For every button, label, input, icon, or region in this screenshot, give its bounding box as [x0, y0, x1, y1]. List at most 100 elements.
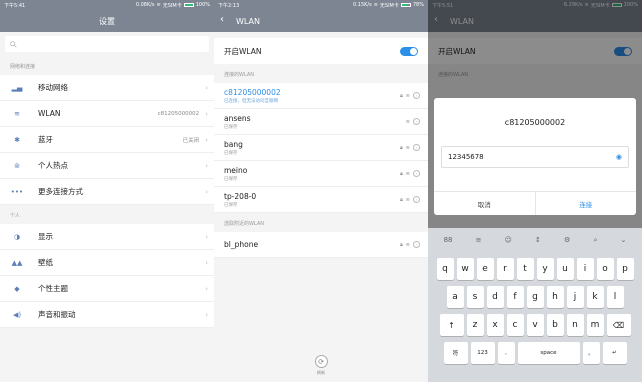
password-field-box[interactable]: ◉	[441, 146, 629, 168]
back-arrow-icon[interactable]: ‹	[220, 14, 224, 25]
key-h[interactable]: h	[546, 286, 564, 308]
network-info-icon[interactable]: ›	[413, 118, 420, 125]
settings-row-network-2[interactable]: ✱ 蓝牙 已关闭 ›	[0, 127, 214, 153]
network-status: 已保存	[224, 150, 238, 156]
settings-row-personal-0[interactable]: ◑ 显示 ›	[0, 224, 214, 250]
key-g[interactable]: g	[526, 286, 544, 308]
wlan-toggle-row[interactable]: 开启WLAN	[214, 38, 428, 64]
key-y[interactable]: y	[536, 258, 554, 280]
comma-key[interactable]: ,	[497, 342, 515, 364]
key-z[interactable]: z	[466, 314, 484, 336]
key-c[interactable]: c	[506, 314, 524, 336]
network-name: bl_phone	[224, 240, 259, 249]
settings-row-network-0[interactable]: ▂▄ 移动网络 ›	[0, 75, 214, 101]
keyboard-toolbar-icon[interactable]: ≡	[476, 236, 482, 244]
network-icons: 🔒︎ ≋ ›	[400, 144, 420, 151]
key-i[interactable]: i	[576, 258, 594, 280]
settings-row-label: WLAN	[38, 109, 61, 118]
space-key[interactable]: space	[517, 342, 580, 364]
key-e[interactable]: e	[476, 258, 494, 280]
key-l[interactable]: l	[606, 286, 624, 308]
keyboard-toolbar-icon[interactable]: ⚙	[564, 236, 570, 244]
section-label-network: 网络和连接	[10, 64, 36, 70]
wlan-toggle[interactable]	[400, 46, 418, 56]
key-r[interactable]: r	[496, 258, 514, 280]
key-w[interactable]: w	[456, 258, 474, 280]
settings-row-personal-2[interactable]: ◆ 个性主题 ›	[0, 276, 214, 302]
period-key[interactable]: 。	[582, 342, 600, 364]
password-input[interactable]	[448, 153, 598, 161]
keyboard-toolbar-icon[interactable]: 88	[444, 236, 453, 244]
key-m[interactable]: m	[586, 314, 604, 336]
theme-icon: ◆	[14, 284, 20, 293]
network-status: 已保存	[224, 202, 238, 208]
key-q[interactable]: q	[436, 258, 454, 280]
backspace-key[interactable]: ⌫	[606, 314, 631, 336]
chevron-right-icon: ›	[205, 258, 208, 267]
keyboard-toolbar-icon[interactable]: ⌕	[593, 236, 597, 245]
settings-row-network-1[interactable]: ≋ WLAN c81205000002 ›	[0, 101, 214, 127]
chevron-right-icon: ›	[205, 83, 208, 92]
key-u[interactable]: u	[556, 258, 574, 280]
key-x[interactable]: x	[486, 314, 504, 336]
network-speed: 0.08K/s	[135, 2, 155, 8]
settings-row-network-3[interactable]: ⊚ 个人热点 ›	[0, 153, 214, 179]
network-info-icon[interactable]: ›	[413, 196, 420, 203]
wlan-network-row[interactable]: tp-208-0 已保存 🔒︎ ≋ ›	[214, 187, 428, 213]
chevron-right-icon: ›	[205, 135, 208, 144]
status-time: 下午5:41	[4, 2, 26, 9]
wlan-network-row[interactable]: c81205000002 已连接，但无法访问互联网 🔒︎ ≋ ›	[214, 83, 428, 109]
network-name: tp-208-0	[224, 191, 257, 201]
key-o[interactable]: o	[596, 258, 614, 280]
network-text: bl_phone	[224, 240, 400, 249]
key-j[interactable]: j	[566, 286, 584, 308]
keyboard-toolbar-icon[interactable]: ☺	[505, 236, 512, 244]
wlan-header: 下午2:13 0.15K/s ≋ 无SIM卡 78% ‹ WLAN	[214, 0, 428, 32]
settings-row-network-4[interactable]: ••• 更多连接方式 ›	[0, 179, 214, 205]
wlan-network-row[interactable]: meino 已保存 🔒︎ ≋ ›	[214, 161, 428, 187]
number-key[interactable]: 123	[470, 342, 495, 364]
show-password-icon[interactable]: ◉	[616, 153, 622, 161]
keyboard-toolbar-icon[interactable]: ↕	[535, 236, 541, 244]
lock-icon: 🔒︎	[400, 170, 403, 177]
wlan-network-row[interactable]: bl_phone 🔒︎ ≋ ›	[214, 232, 428, 258]
settings-row-personal-1[interactable]: ▲▲ 壁纸 ›	[0, 250, 214, 276]
status-time: 下午2:13	[218, 2, 240, 9]
key-s[interactable]: s	[466, 286, 484, 308]
enter-key[interactable]: ↵	[602, 342, 627, 364]
wlan-network-row[interactable]: bang 已保存 🔒︎ ≋ ›	[214, 135, 428, 161]
more-icon: •••	[10, 187, 24, 196]
network-text: meino 已保存	[224, 166, 400, 182]
refresh-button[interactable]: ⟳ 刷新	[214, 355, 428, 376]
wlan-network-row[interactable]: ansens 已保存 ≋ ›	[214, 109, 428, 135]
network-status: 已保存	[224, 176, 238, 182]
key-t[interactable]: t	[516, 258, 534, 280]
dialog-buttons: 取消 连接	[434, 191, 636, 215]
key-p[interactable]: p	[616, 258, 634, 280]
key-v[interactable]: v	[526, 314, 544, 336]
key-k[interactable]: k	[586, 286, 604, 308]
shift-key[interactable]: ↑	[439, 314, 464, 336]
chevron-right-icon: ›	[205, 310, 208, 319]
network-name: c81205000002	[224, 87, 281, 97]
key-b[interactable]: b	[546, 314, 564, 336]
search-input[interactable]	[5, 36, 209, 52]
network-info-icon[interactable]: ›	[413, 92, 420, 99]
wifi-status-icon: ≋	[373, 2, 378, 8]
key-f[interactable]: f	[506, 286, 524, 308]
key-n[interactable]: n	[566, 314, 584, 336]
keyboard-toolbar-icon[interactable]: ⌄	[621, 236, 627, 244]
network-info-icon[interactable]: ›	[413, 144, 420, 151]
wifi-icon: ≋	[14, 109, 20, 118]
key-d[interactable]: d	[486, 286, 504, 308]
settings-row-personal-3[interactable]: ◀) 声音和振动 ›	[0, 302, 214, 328]
network-info-icon[interactable]: ›	[413, 241, 420, 248]
connect-button[interactable]: 连接	[536, 192, 637, 215]
settings-row-label: 更多连接方式	[38, 187, 83, 196]
wifi-status-icon: ≋	[156, 2, 161, 8]
symbol-key[interactable]: 符	[443, 342, 468, 364]
key-a[interactable]: a	[446, 286, 464, 308]
network-info-icon[interactable]: ›	[413, 170, 420, 177]
cancel-button[interactable]: 取消	[434, 192, 536, 215]
settings-header: 下午5:41 0.08K/s ≋ 无SIM卡 100% 设置	[0, 0, 214, 32]
